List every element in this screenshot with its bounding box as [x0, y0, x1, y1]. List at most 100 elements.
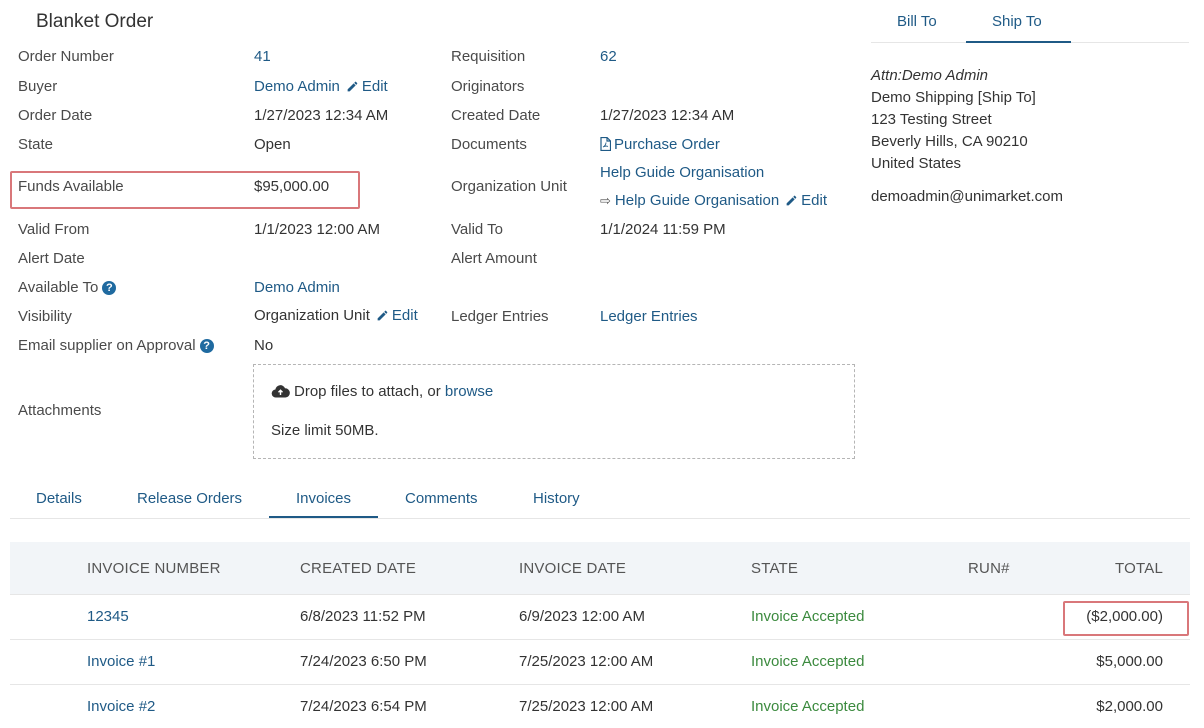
visibility-edit-button[interactable]: Edit	[370, 307, 418, 324]
attachment-dropzone[interactable]	[253, 364, 855, 459]
col-run[interactable]: RUN#	[968, 560, 1010, 577]
valid-from-label: Valid From	[18, 221, 90, 238]
cloud-upload-icon	[271, 385, 290, 398]
arrow-right-icon: ⇨	[600, 193, 611, 208]
address-email: demoadmin@unimarket.com	[871, 188, 1063, 205]
total-cell: $2,000.00	[1096, 698, 1163, 715]
page-title: Blanket Order	[36, 11, 154, 32]
ship-to-active-indicator	[966, 41, 1071, 43]
funds-available-label: Funds Available	[18, 178, 124, 195]
total-cell: $5,000.00	[1096, 653, 1163, 670]
available-to-link[interactable]: Demo Admin	[254, 279, 340, 296]
buyer-link[interactable]: Demo Admin	[254, 78, 340, 95]
tab-details[interactable]: Details	[36, 490, 82, 507]
col-created-date[interactable]: CREATED DATE	[300, 560, 416, 577]
attachments-label: Attachments	[18, 402, 102, 419]
invoice-date-cell: 6/9/2023 12:00 AM	[519, 608, 645, 625]
email-supplier-label: Email supplier on Approval	[18, 337, 196, 354]
tab-invoices[interactable]: Invoices	[296, 490, 351, 507]
organization-unit-sub-link[interactable]: Help Guide Organisation	[615, 192, 779, 209]
row-divider	[10, 639, 1190, 640]
pdf-file-icon	[600, 136, 612, 152]
alert-amount-label: Alert Amount	[451, 250, 537, 267]
address-line2: 123 Testing Street	[871, 111, 992, 128]
pencil-icon	[377, 310, 388, 321]
state-label: State	[18, 136, 54, 153]
order-number-link[interactable]: 41	[254, 48, 271, 65]
invoice-date-cell: 7/25/2023 12:00 AM	[519, 698, 654, 715]
valid-from-value: 1/1/2023 12:00 AM	[254, 221, 380, 238]
address-line3: Beverly Hills, CA 90210	[871, 133, 1028, 150]
browse-link[interactable]: browse	[445, 383, 493, 400]
available-to-label-row: Available To?	[18, 279, 117, 296]
visibility-value-row: Organization Unit Edit	[254, 307, 418, 324]
purchase-order-label: Purchase Order	[614, 136, 720, 153]
organization-unit-edit-label: Edit	[801, 192, 828, 209]
tab-bill-to[interactable]: Bill To	[897, 13, 937, 30]
created-date-cell: 7/24/2023 6:50 PM	[300, 653, 427, 670]
invoice-date-cell: 7/25/2023 12:00 AM	[519, 653, 654, 670]
created-date-label: Created Date	[451, 107, 541, 124]
col-state[interactable]: STATE	[751, 560, 798, 577]
organization-unit-link[interactable]: Help Guide Organisation	[600, 164, 764, 181]
state-value: Open	[254, 136, 291, 153]
help-icon[interactable]: ?	[199, 339, 214, 353]
buyer-label: Buyer	[18, 78, 58, 95]
col-total[interactable]: TOTAL	[1115, 560, 1163, 577]
dropzone-text: Drop files to attach, or	[294, 383, 441, 400]
organization-unit-sub-row: ⇨ Help Guide Organisation Edit	[600, 192, 827, 209]
funds-available-value: $95,000.00	[254, 178, 330, 195]
invoice-number-link[interactable]: 12345	[87, 608, 129, 625]
total-highlight-box	[1063, 601, 1189, 636]
purchase-order-link[interactable]: Purchase Order	[600, 136, 720, 153]
tab-release-orders[interactable]: Release Orders	[137, 490, 242, 507]
size-limit-text: Size limit 50MB.	[271, 422, 379, 439]
tabs-divider	[10, 518, 1190, 519]
alert-date-label: Alert Date	[18, 250, 85, 267]
buyer-edit-label: Edit	[361, 78, 388, 95]
pencil-icon	[786, 195, 797, 206]
organization-unit-edit-button[interactable]: Edit	[779, 192, 827, 209]
ledger-entries-label: Ledger Entries	[451, 308, 549, 325]
originators-label: Originators	[451, 78, 525, 95]
help-icon[interactable]: ?	[102, 281, 117, 295]
state-cell: Invoice Accepted	[751, 698, 865, 715]
pencil-icon	[347, 81, 358, 92]
documents-label: Documents	[451, 136, 527, 153]
address-attn: Attn:Demo Admin	[871, 67, 988, 84]
email-supplier-label-row: Email supplier on Approval?	[18, 337, 214, 354]
buyer-edit-button[interactable]: Edit	[340, 78, 388, 95]
row-divider	[10, 594, 1190, 595]
visibility-edit-label: Edit	[391, 307, 418, 324]
visibility-value: Organization Unit	[254, 307, 370, 324]
address-line1: Demo Shipping [Ship To]	[871, 89, 1036, 106]
valid-to-value: 1/1/2024 11:59 PM	[600, 221, 726, 238]
available-to-label: Available To	[18, 279, 99, 296]
col-invoice-date[interactable]: INVOICE DATE	[519, 560, 626, 577]
organization-unit-label: Organization Unit	[451, 178, 567, 195]
invoice-number-link[interactable]: Invoice #2	[87, 698, 155, 715]
tab-ship-to[interactable]: Ship To	[992, 13, 1042, 30]
tab-history[interactable]: History	[533, 490, 580, 507]
state-cell: Invoice Accepted	[751, 608, 865, 625]
row-divider	[10, 684, 1190, 685]
created-date-cell: 7/24/2023 6:54 PM	[300, 698, 427, 715]
state-cell: Invoice Accepted	[751, 653, 865, 670]
email-supplier-value: No	[254, 337, 274, 354]
requisition-label: Requisition	[451, 48, 526, 65]
order-date-label: Order Date	[18, 107, 93, 124]
address-line4: United States	[871, 155, 962, 172]
col-invoice-number[interactable]: INVOICE NUMBER	[87, 560, 221, 577]
created-date-cell: 6/8/2023 11:52 PM	[300, 608, 426, 625]
order-number-label: Order Number	[18, 48, 114, 65]
dropzone-prompt: Drop files to attach, or browse	[271, 383, 493, 400]
buyer-value: Demo Admin Edit	[254, 78, 388, 95]
invoice-number-link[interactable]: Invoice #1	[87, 653, 155, 670]
tab-comments[interactable]: Comments	[405, 490, 478, 507]
created-date-value: 1/27/2023 12:34 AM	[600, 107, 735, 124]
ledger-entries-link[interactable]: Ledger Entries	[600, 308, 698, 325]
visibility-label: Visibility	[18, 308, 72, 325]
requisition-link[interactable]: 62	[600, 48, 617, 65]
order-date-value: 1/27/2023 12:34 AM	[254, 107, 389, 124]
invoices-active-indicator	[269, 516, 378, 518]
